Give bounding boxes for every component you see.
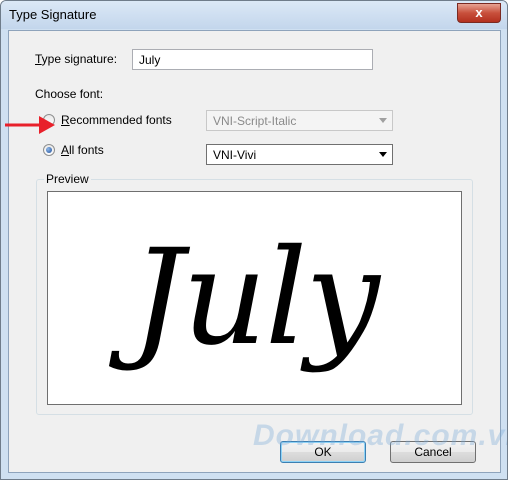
watermark-text: Download.com.vn (253, 419, 508, 452)
all-fonts-label[interactable]: All fonts (61, 143, 104, 157)
title-bar[interactable]: Type Signature x (1, 1, 507, 29)
recommended-fonts-dropdown[interactable]: VNI-Script-Italic (206, 110, 393, 131)
close-button[interactable]: x (457, 3, 501, 23)
window-title: Type Signature (9, 7, 97, 22)
type-signature-dialog: Type Signature x Type signature: Choose … (0, 0, 508, 480)
chevron-down-icon (379, 118, 387, 123)
signature-preview: July (47, 191, 462, 405)
all-fonts-radio[interactable] (43, 144, 55, 156)
signature-input[interactable] (132, 49, 373, 70)
all-fonts-value: VNI-Vivi (213, 148, 257, 162)
recommended-fonts-label[interactable]: Recommended fonts (61, 113, 172, 127)
dialog-body: Type signature: Choose font: Recommended… (8, 30, 507, 473)
red-arrow-icon (5, 116, 55, 134)
preview-group-label: Preview (44, 172, 91, 186)
preview-group: Preview July (36, 172, 473, 415)
recommended-fonts-value: VNI-Script-Italic (213, 114, 297, 128)
choose-font-label: Choose font: (35, 87, 104, 101)
type-signature-label: Type signature: (35, 52, 118, 66)
signature-preview-text: July (131, 221, 380, 375)
all-fonts-dropdown[interactable]: VNI-Vivi (206, 144, 393, 165)
chevron-down-icon (379, 152, 387, 157)
close-icon: x (475, 5, 483, 20)
